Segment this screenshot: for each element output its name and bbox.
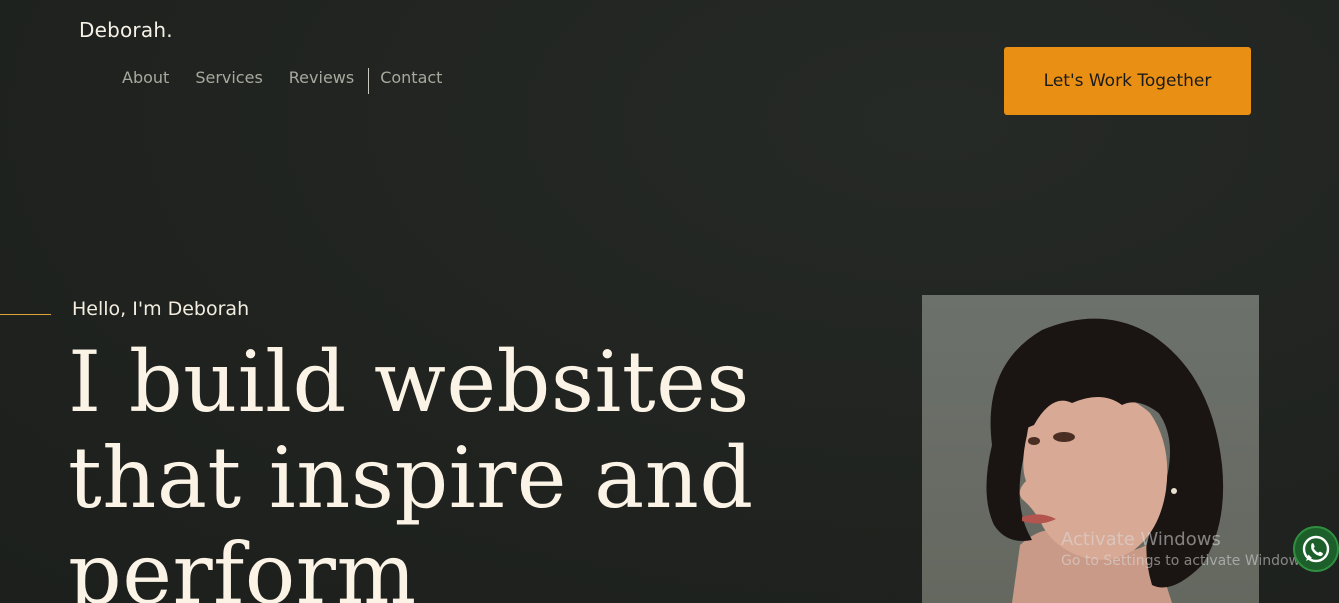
whatsapp-chat-button[interactable] bbox=[1293, 526, 1339, 572]
hero-headline: I build websites that inspire and perfor… bbox=[68, 334, 828, 603]
headline-line-3: perform bbox=[68, 525, 417, 603]
primary-nav: About Services Reviews Contact bbox=[122, 68, 442, 87]
nav-services[interactable]: Services bbox=[195, 68, 262, 87]
nav-reviews[interactable]: Reviews bbox=[289, 68, 354, 87]
whatsapp-icon bbox=[1302, 535, 1330, 563]
greeting-text: Hello, I'm Deborah bbox=[72, 298, 250, 320]
work-together-button[interactable]: Let's Work Together bbox=[1004, 47, 1251, 115]
headline-line-1: I build websites bbox=[68, 333, 750, 431]
windows-activation-watermark: Activate Windows Go to Settings to activ… bbox=[1061, 529, 1312, 569]
watermark-subtitle: Go to Settings to activate Windows. bbox=[1061, 553, 1312, 569]
headline-line-2: that inspire and bbox=[68, 429, 754, 527]
nav-contact[interactable]: Contact bbox=[380, 68, 442, 87]
nav-about[interactable]: About bbox=[122, 68, 169, 87]
greeting-accent-line bbox=[0, 314, 51, 315]
watermark-title: Activate Windows bbox=[1061, 529, 1221, 550]
text-cursor bbox=[368, 68, 369, 94]
brand-logo[interactable]: Deborah. bbox=[79, 18, 173, 42]
